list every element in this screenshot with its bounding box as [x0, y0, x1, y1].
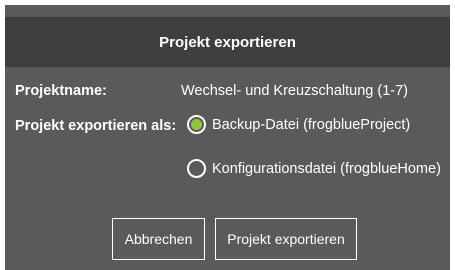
project-name-value: Wechsel- und Kreuzschaltung (1-7): [181, 83, 409, 99]
export-project-button-label: Projekt exportieren: [227, 231, 345, 247]
radio-selected-icon[interactable]: [187, 115, 206, 134]
cancel-button-label: Abbrechen: [124, 231, 193, 247]
export-as-label: Projekt exportieren als:: [15, 118, 177, 134]
dialog-title: Projekt exportieren: [159, 33, 296, 51]
cancel-button[interactable]: Abbrechen: [112, 218, 205, 260]
export-project-dialog: Projekt exportieren Projektname: Wechsel…: [5, 5, 450, 270]
export-project-button[interactable]: Projekt exportieren: [215, 218, 357, 260]
project-name-label: Projektname:: [15, 83, 107, 99]
radio-unselected-icon[interactable]: [187, 159, 206, 178]
option-backup-file[interactable]: Backup-Datei (frogblueProject): [187, 115, 410, 134]
option-config-file[interactable]: Konfigurationsdatei (frogblueHome): [187, 159, 441, 178]
option-config-file-label: Konfigurationsdatei (frogblueHome): [212, 160, 441, 177]
option-backup-file-label: Backup-Datei (frogblueProject): [212, 116, 411, 133]
dialog-titlebar: Projekt exportieren: [5, 17, 450, 67]
